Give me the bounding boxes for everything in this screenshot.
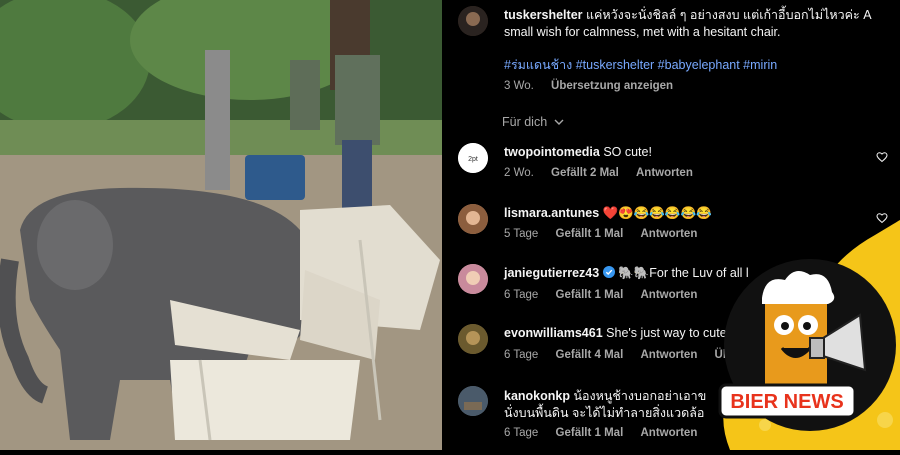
svg-text:2pt: 2pt	[468, 156, 478, 163]
comment-likes[interactable]: Gefällt 1 Mal	[556, 228, 624, 240]
elephant-photo-illustration	[0, 0, 442, 450]
comment-row: twopointomedia SO cute!	[504, 145, 652, 159]
comment-username[interactable]: evonwilliams461	[504, 326, 603, 340]
bier-news-badge: BIER NEWS	[670, 220, 900, 450]
comment-age: 6 Tage	[504, 289, 539, 301]
comment-row: lismara.antunes ❤️😍😂😂😂😂😂	[504, 206, 712, 221]
chevron-down-icon	[554, 119, 564, 125]
comment-avatar[interactable]	[458, 264, 488, 294]
comment-age: 6 Tage	[504, 427, 539, 439]
comment-avatar[interactable]: 2pt	[458, 143, 488, 173]
verified-icon	[602, 266, 615, 278]
comment-text: ❤️😍😂😂😂😂😂	[602, 206, 712, 220]
post-age: 3 Wo.	[504, 80, 534, 92]
comment-username[interactable]: janiegutierrez43	[504, 266, 599, 280]
bier-news-logo: BIER NEWS	[718, 220, 900, 450]
comment-meta: 2 Wo. Gefällt 2 Mal Antworten	[504, 167, 707, 179]
comment-username[interactable]: twopointomedia	[504, 145, 600, 159]
post-meta: 3 Wo. Übersetzung anzeigen	[504, 80, 687, 92]
comment-username[interactable]: kanokonkp	[504, 389, 570, 403]
translate-link[interactable]: Übersetzung anzeigen	[551, 80, 673, 92]
post-hashtags[interactable]: #ร่มแดนช้าง #tuskershelter #babyelephant…	[504, 57, 884, 74]
heart-icon[interactable]	[876, 151, 888, 163]
comment-age: 5 Tage	[504, 228, 539, 240]
comment-avatar[interactable]	[458, 204, 488, 234]
comment-likes[interactable]: Gefällt 2 Mal	[551, 167, 619, 179]
comment-likes[interactable]: Gefällt 1 Mal	[556, 289, 624, 301]
badge-label: BIER NEWS	[730, 391, 843, 413]
comment-age: 2 Wo.	[504, 167, 534, 179]
comment-avatar[interactable]	[458, 386, 488, 416]
comment-text: SO cute!	[603, 145, 652, 159]
post-caption: tuskershelter แค่หวังจะนั่งชิลล์ ๆ อย่าง…	[504, 7, 884, 41]
post-author-username[interactable]: tuskershelter	[504, 8, 583, 22]
comment-avatar[interactable]	[458, 324, 488, 354]
comment-age: 6 Tage	[504, 349, 539, 361]
reply-button[interactable]: Antworten	[636, 167, 693, 179]
comment-username[interactable]: lismara.antunes	[504, 206, 599, 220]
comment-likes[interactable]: Gefällt 4 Mal	[556, 349, 624, 361]
sort-label: Für dich	[502, 115, 548, 129]
post-author-avatar[interactable]	[458, 6, 488, 36]
sort-dropdown[interactable]: Für dich	[502, 115, 565, 129]
comment-likes[interactable]: Gefällt 1 Mal	[556, 427, 624, 439]
post-photo	[0, 0, 442, 450]
